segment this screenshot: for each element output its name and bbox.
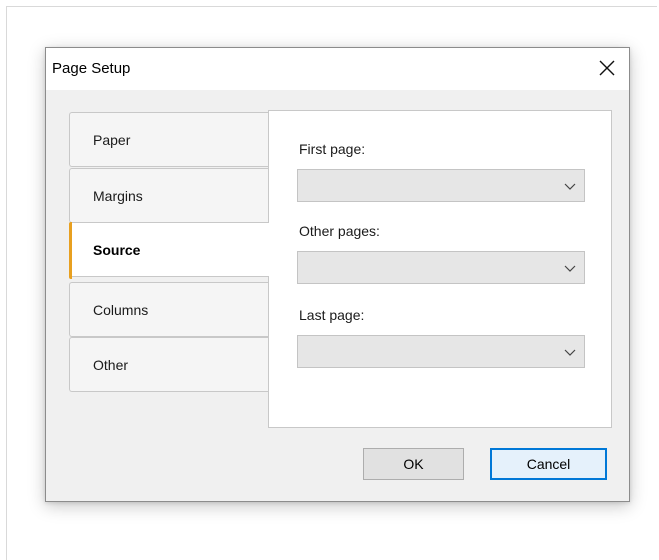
- dialog-titlebar: Page Setup: [46, 48, 629, 90]
- tab-other[interactable]: Other: [69, 337, 269, 392]
- close-icon: [599, 60, 615, 76]
- other-pages-select[interactable]: [297, 251, 585, 284]
- ok-button[interactable]: OK: [363, 448, 464, 480]
- first-page-label: First page:: [299, 141, 366, 157]
- chevron-down-icon: [564, 263, 576, 273]
- chevron-down-icon: [564, 347, 576, 357]
- tab-paper[interactable]: Paper: [69, 112, 269, 167]
- last-page-select[interactable]: [297, 335, 585, 368]
- cancel-button[interactable]: Cancel: [490, 448, 607, 480]
- tab-source[interactable]: Source: [69, 222, 269, 279]
- tab-margins[interactable]: Margins: [69, 168, 269, 223]
- close-button[interactable]: [597, 58, 617, 78]
- page-setup-dialog: Page Setup Paper Margins Source Columns …: [45, 47, 630, 502]
- chevron-down-icon: [564, 181, 576, 191]
- other-pages-label: Other pages:: [299, 223, 380, 239]
- last-page-label: Last page:: [299, 307, 365, 323]
- tab-columns[interactable]: Columns: [69, 282, 269, 337]
- source-panel: First page: Other pages: Last page:: [268, 110, 612, 428]
- first-page-select[interactable]: [297, 169, 585, 202]
- dialog-title: Page Setup: [52, 60, 131, 77]
